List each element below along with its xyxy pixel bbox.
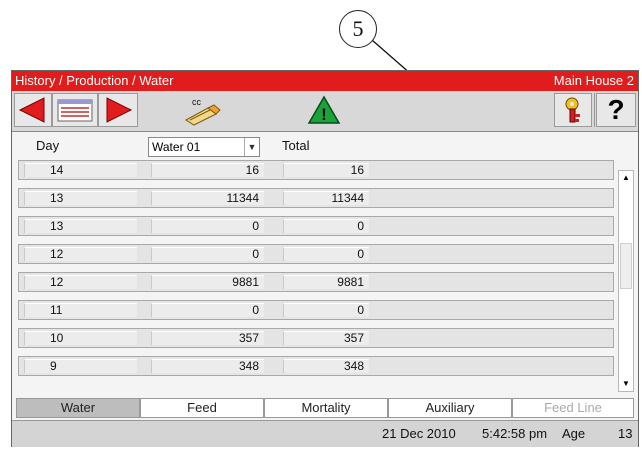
water-cell: 357 xyxy=(151,331,264,345)
warning-icon: ! xyxy=(307,95,341,124)
toolbar: cc ! ? xyxy=(12,91,638,132)
total-cell: 348 xyxy=(283,359,369,373)
total-cell: 357 xyxy=(283,331,369,345)
water-cell: 0 xyxy=(151,219,264,233)
status-age-label: Age xyxy=(562,426,586,441)
water-cell: 0 xyxy=(151,247,264,261)
tab-feed[interactable]: Feed xyxy=(140,398,264,418)
total-cell: 0 xyxy=(283,303,369,317)
status-time: 5:42:58 pm xyxy=(482,426,548,441)
tab-water[interactable]: Water xyxy=(16,398,140,418)
title-bar: History / Production / Water Main House … xyxy=(12,71,638,91)
list-card-icon xyxy=(57,99,93,122)
callout-number: 5 xyxy=(339,10,377,48)
water-cell: 11344 xyxy=(151,191,264,205)
column-header-total: Total xyxy=(282,138,310,153)
column-header-day: Day xyxy=(36,138,60,153)
table-row[interactable]: 10 357 357 xyxy=(18,328,614,348)
table-scrollbar[interactable]: ▲ ▼ xyxy=(618,170,634,392)
next-button[interactable] xyxy=(98,93,138,127)
total-cell: 11344 xyxy=(283,191,369,205)
comment-button[interactable]: cc xyxy=(178,93,224,127)
arrow-right-icon xyxy=(106,97,133,123)
water-cell: 16 xyxy=(151,163,264,177)
history-table: Day Water 01 ▼ Total 14 16 16 13 11344 1… xyxy=(12,132,638,396)
water-cell: 9881 xyxy=(151,275,264,289)
day-cell: 9 xyxy=(24,359,137,373)
table-row[interactable]: 12 0 0 xyxy=(18,244,614,264)
day-cell: 13 xyxy=(24,191,137,205)
water-cell: 0 xyxy=(151,303,264,317)
table-row[interactable]: 12 9881 9881 xyxy=(18,272,614,292)
total-cell: 9881 xyxy=(283,275,369,289)
access-key-button[interactable] xyxy=(554,93,592,127)
day-cell: 13 xyxy=(24,219,137,233)
house-name: Main House 2 xyxy=(553,73,634,88)
warning-mark: ! xyxy=(321,105,327,124)
cc-label: cc xyxy=(192,97,202,107)
status-date: 21 Dec 2010 xyxy=(382,426,456,441)
key-icon xyxy=(565,97,580,123)
day-cell: 11 xyxy=(24,303,137,317)
table-row[interactable]: 13 0 0 xyxy=(18,216,614,236)
tab-feed-line: Feed Line xyxy=(512,398,634,418)
tab-bar: Water Feed Mortality Auxiliary Feed Line xyxy=(12,396,638,418)
status-bar: 21 Dec 2010 5:42:58 pm Age 13 xyxy=(12,420,638,447)
help-button[interactable]: ? xyxy=(596,93,636,127)
table-row[interactable]: 9 348 348 xyxy=(18,356,614,376)
previous-button[interactable] xyxy=(14,93,52,127)
scrollbar-thumb[interactable] xyxy=(620,243,632,289)
tab-mortality[interactable]: Mortality xyxy=(264,398,388,418)
day-cell: 12 xyxy=(24,275,137,289)
chevron-down-icon: ▼ xyxy=(244,138,259,156)
total-cell: 0 xyxy=(283,219,369,233)
record-list-button[interactable] xyxy=(52,93,98,127)
cc-pencil-icon: cc xyxy=(185,97,221,126)
table-row[interactable]: 14 16 16 xyxy=(18,160,614,180)
water-meter-select[interactable]: Water 01 ▼ xyxy=(148,137,260,157)
total-cell: 16 xyxy=(283,163,369,177)
water-meter-select-value: Water 01 xyxy=(152,140,201,154)
toolbar-divider xyxy=(594,93,595,127)
history-window: History / Production / Water Main House … xyxy=(11,70,639,447)
day-cell: 14 xyxy=(24,163,137,177)
help-icon: ? xyxy=(607,94,625,125)
tab-auxiliary[interactable]: Auxiliary xyxy=(388,398,512,418)
total-cell: 0 xyxy=(283,247,369,261)
table-row[interactable]: 13 11344 11344 xyxy=(18,188,614,208)
day-cell: 12 xyxy=(24,247,137,261)
status-age-value: 13 xyxy=(618,426,633,441)
water-cell: 348 xyxy=(151,359,264,373)
breadcrumb: History / Production / Water xyxy=(15,73,174,88)
scroll-up-icon[interactable]: ▲ xyxy=(619,171,633,185)
day-cell: 10 xyxy=(24,331,137,345)
arrow-left-icon xyxy=(18,97,45,123)
scroll-down-icon[interactable]: ▼ xyxy=(619,377,633,391)
table-row[interactable]: 11 0 0 xyxy=(18,300,614,320)
alarm-button[interactable]: ! xyxy=(302,93,346,127)
